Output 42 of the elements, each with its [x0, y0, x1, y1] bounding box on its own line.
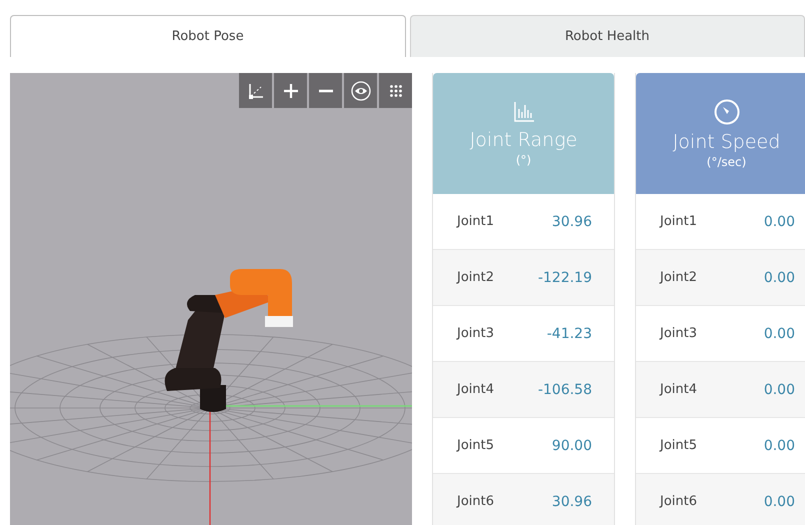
- joint-value: 0.00: [764, 494, 795, 510]
- joint-value: 30.96: [552, 214, 592, 230]
- joint-value: 0.00: [764, 214, 795, 230]
- axes-button[interactable]: [239, 73, 272, 108]
- joint-label: Joint1: [660, 214, 698, 229]
- tab[interactable]: Robot Pose: [10, 15, 406, 57]
- joint-label: Joint4: [660, 382, 698, 397]
- joint-label: Joint3: [457, 326, 494, 341]
- joint-value: -106.58: [538, 382, 592, 398]
- dots-grid-icon: [388, 84, 402, 98]
- minus-icon: [318, 88, 334, 92]
- axes-icon: [246, 82, 264, 100]
- zoom-in-button[interactable]: [274, 73, 307, 108]
- panel-title: Joint Speed: [672, 130, 780, 152]
- joint-label: Joint2: [457, 270, 494, 285]
- joint-value: 0.00: [764, 382, 795, 398]
- panel-title: Joint Range: [470, 128, 578, 150]
- joint-value: -122.19: [538, 270, 592, 286]
- panel-unit: (°/sec): [706, 154, 746, 168]
- joint-label: Joint5: [660, 438, 698, 453]
- eye-icon: [350, 80, 370, 100]
- joint-label: Joint1: [457, 214, 494, 229]
- joint-label: Joint3: [660, 326, 698, 341]
- zoom-out-button[interactable]: [309, 73, 342, 108]
- joint-label: Joint2: [660, 270, 698, 285]
- joint-label: Joint5: [457, 438, 494, 453]
- joint-value: 0.00: [764, 326, 795, 342]
- gauge-icon: [714, 98, 740, 124]
- joint-value: 30.96: [552, 494, 592, 510]
- plus-icon: [282, 82, 298, 98]
- joint-value: 0.00: [764, 438, 795, 454]
- joint-value: -41.23: [546, 326, 592, 342]
- grid-button[interactable]: [379, 73, 412, 108]
- joint-value: 90.00: [552, 438, 592, 454]
- joint-value: 0.00: [764, 270, 795, 286]
- panel-unit: (°): [516, 152, 532, 166]
- joint-label: Joint6: [660, 494, 698, 509]
- tab[interactable]: Robot Health: [410, 15, 805, 57]
- joint-label: Joint4: [457, 382, 494, 397]
- bar-chart-icon: [512, 100, 534, 122]
- view-button[interactable]: [344, 73, 377, 108]
- joint-label: Joint6: [457, 494, 494, 509]
